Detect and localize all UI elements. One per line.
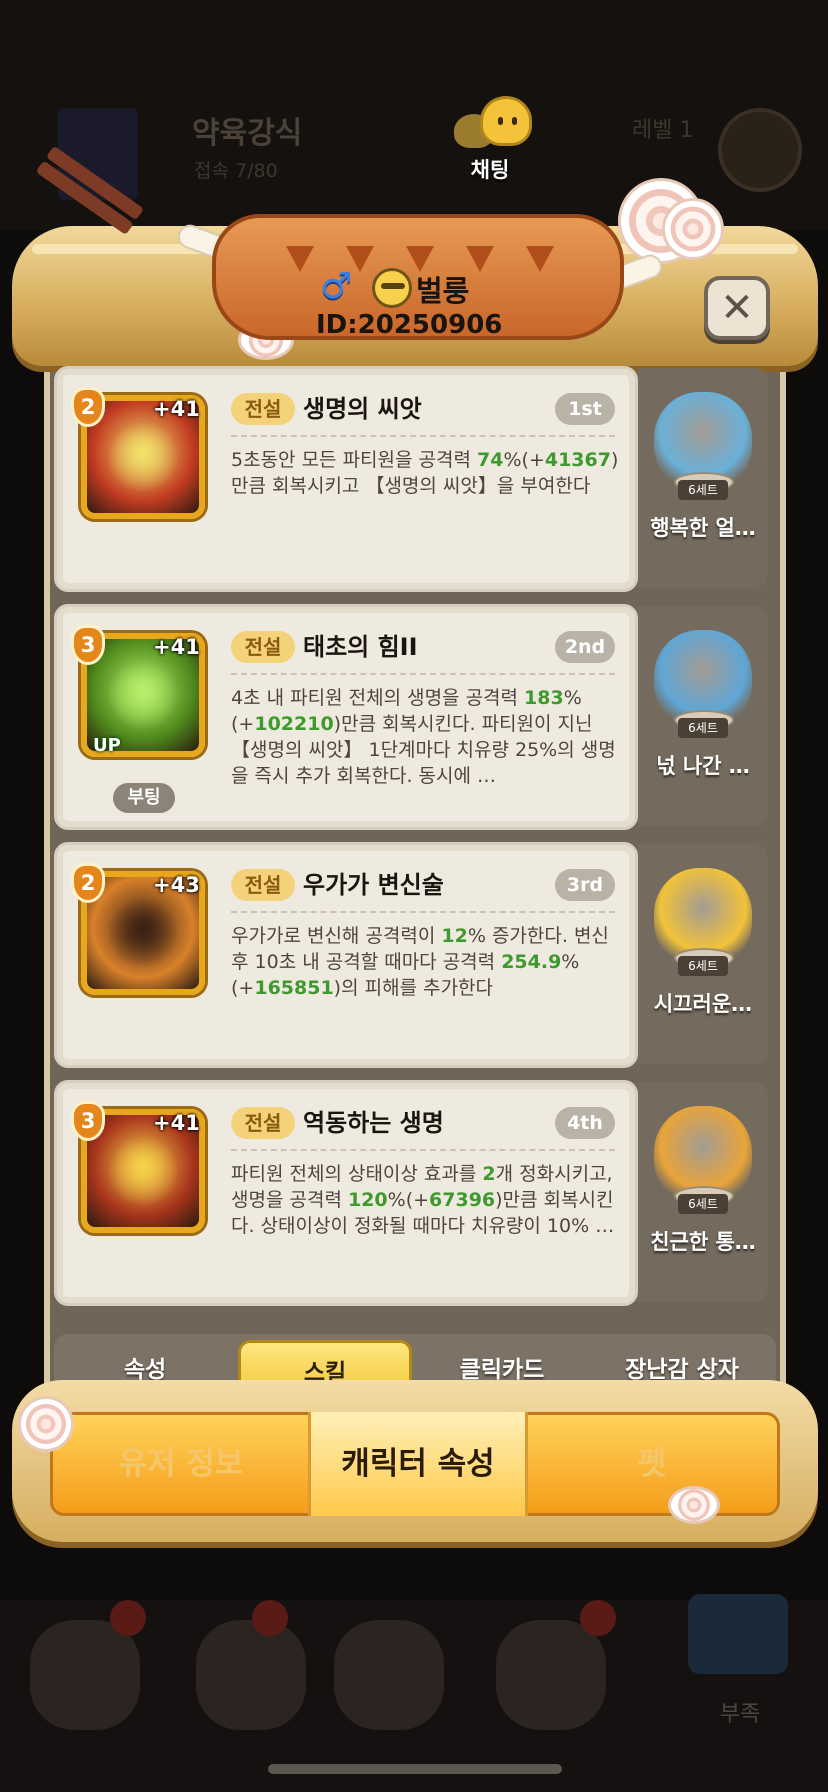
set-name: 넋 나간 … (656, 754, 750, 778)
player-id: ID:20250906 (316, 310, 503, 340)
skill-glow (107, 421, 179, 493)
skill-slot-badge: 3rd (555, 869, 615, 901)
skill-grade-badge: 전설 (231, 1107, 295, 1139)
notification-dot-icon (580, 1600, 616, 1636)
male-gender-icon: ♂ (320, 266, 353, 307)
fishcake-roll-decoration (668, 1486, 720, 1524)
level-text: 레벨 1 (632, 118, 694, 143)
skill-plus-level: +41 (153, 397, 200, 421)
set-count-tag: 6세트 (678, 718, 728, 738)
background-avatar (718, 108, 802, 192)
skill-card[interactable]: 3 +41 전설 역동하는 생명 4th 파티원 전체의 상태이상 효과를 2개… (54, 1080, 638, 1306)
skill-description: 5초동안 모든 파티원을 공격력 74%(+41367)만큼 회복시키고 【생명… (231, 449, 619, 497)
skill-plus-level: +41 (153, 1111, 200, 1135)
skill-card[interactable]: 2 +41 전설 생명의 씨앗 1st 5초동안 모든 파티원을 공격력 74%… (54, 366, 638, 592)
skill-description: 우가가로 변신해 공격력이 12% 증가한다. 변신 후 10초 내 공격할 때… (231, 925, 609, 999)
boost-badge: 부팅 (113, 783, 175, 813)
skill-description: 4초 내 파티원 전체의 생명을 공격력 183%(+102210)만큼 회복시… (231, 687, 616, 787)
skill-grade-badge: 전설 (231, 393, 295, 425)
set-name: 행복한 얼… (650, 516, 756, 540)
tab-pet[interactable]: 펫 (528, 1412, 776, 1516)
skill-rank-badge: 3 (71, 1101, 105, 1141)
home-indicator[interactable] (268, 1764, 562, 1774)
skill-plus-level: +41 (153, 635, 200, 659)
costume-set-card[interactable]: 6세트 넋 나간 … (638, 606, 768, 826)
character-info-screen: 약육강식 접속 7/80 레벨 1 채팅 부족 ♂ 벌룽 ID:20250906… (0, 0, 828, 1792)
bottom-character-1 (30, 1620, 140, 1730)
skill-plus-level: +43 (153, 873, 200, 897)
costume-set-card[interactable]: 6세트 친근한 통… (638, 1082, 768, 1302)
player-emoji-icon (372, 268, 412, 308)
fishcake-roll-decoration (18, 1396, 74, 1452)
set-name: 시끄러운… (653, 992, 753, 1016)
skill-name: 역동하는 생명 (303, 1109, 444, 1137)
tab-user-info[interactable]: 유저 정보 (54, 1412, 308, 1516)
set-count-tag: 6세트 (678, 1194, 728, 1214)
skill-name: 생명의 씨앗 (303, 395, 422, 423)
notification-dot-icon (110, 1600, 146, 1636)
tribe-icon (688, 1594, 788, 1674)
divider (231, 673, 615, 675)
chat-button[interactable]: 채팅 (450, 96, 532, 184)
skill-rank-badge: 3 (71, 625, 105, 665)
chat-bubble-icon (450, 96, 532, 152)
clan-online-count: 접속 7/80 (194, 160, 278, 182)
skill-name: 우가가 변신술 (303, 871, 444, 899)
skill-glow (107, 897, 179, 969)
skill-glow (107, 659, 179, 731)
bottom-character-4 (496, 1620, 606, 1730)
bottom-character-3 (334, 1620, 444, 1730)
skill-grade-badge: 전설 (231, 631, 295, 663)
fishcake-roll-decoration (662, 198, 724, 260)
tab-character-attributes[interactable]: 캐릭터 속성 (308, 1412, 528, 1516)
skill-card[interactable]: 3 +41 UP 부팅 전설 태초의 힘II 2nd 4초 내 파티원 전체의 … (54, 604, 638, 830)
set-name: 친근한 통… (650, 1230, 756, 1254)
set-count-tag: 6세트 (678, 480, 728, 500)
set-count-tag: 6세트 (678, 956, 728, 976)
skill-slot-badge: 4th (555, 1107, 615, 1139)
skill-grade-badge: 전설 (231, 869, 295, 901)
costume-set-card[interactable]: 6세트 시끄러운… (638, 844, 768, 1064)
costume-set-card[interactable]: 6세트 행복한 얼… (638, 368, 768, 588)
divider (231, 1149, 615, 1151)
skill-name: 태초의 힘II (303, 633, 418, 661)
divider (231, 911, 615, 913)
chat-label: 채팅 (470, 158, 510, 182)
notification-dot-icon (252, 1600, 288, 1636)
skill-slot-badge: 2nd (555, 631, 615, 663)
tribe-label: 부족 (719, 1702, 761, 1727)
player-name: 벌룽 (416, 274, 470, 308)
skill-description: 파티원 전체의 상태이상 효과를 2개 정화시키고, 생명을 공격력 120%(… (231, 1163, 615, 1237)
skill-glow (107, 1135, 179, 1207)
skill-card[interactable]: 2 +43 전설 우가가 변신술 3rd 우가가로 변신해 공격력이 12% 증… (54, 842, 638, 1068)
close-button[interactable]: ✕ (704, 276, 770, 340)
skill-slot-badge: 1st (555, 393, 615, 425)
divider (231, 435, 615, 437)
skill-up-tag: UP (93, 735, 121, 756)
skill-rank-badge: 2 (71, 863, 105, 903)
skill-rank-badge: 2 (71, 387, 105, 427)
bottom-character-2 (196, 1620, 306, 1730)
clan-name: 약육강식 (192, 116, 303, 151)
